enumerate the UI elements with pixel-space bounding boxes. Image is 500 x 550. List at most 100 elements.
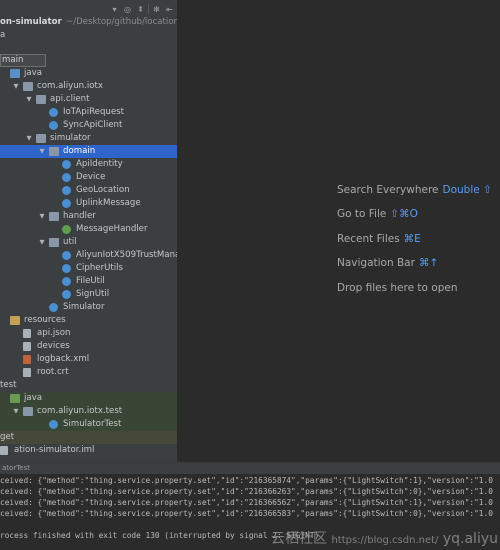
file-icon (23, 329, 31, 338)
class-icon (62, 160, 71, 169)
expand-arrow-icon[interactable]: ▼ (12, 405, 20, 418)
hint-label: Go to File (337, 208, 387, 220)
welcome-hint: Recent Files ⌘E (337, 233, 421, 245)
package-icon (49, 147, 59, 156)
tree-row[interactable]: Device (0, 171, 177, 184)
project-tool-window: ▾ ◎ ⇞ ✻ ⇤ on-simulator ~/Desktop/github/… (0, 0, 178, 462)
expand-arrow-icon[interactable]: ▼ (25, 93, 33, 106)
project-root-row[interactable]: on-simulator ~/Desktop/github/location- (0, 16, 177, 29)
tree-label: api.json (37, 328, 71, 338)
tree-row[interactable]: GeoLocation (0, 184, 177, 197)
project-name: on-simulator (0, 17, 62, 27)
tree-row[interactable]: SignUtil (0, 288, 177, 301)
class-icon (62, 251, 71, 260)
tree-row[interactable]: devices (0, 340, 177, 353)
tree-row[interactable]: SyncApiClient (0, 119, 177, 132)
tree-label: GeoLocation (76, 185, 130, 195)
tree-row[interactable]: ▼ handler (0, 210, 177, 223)
package-icon (36, 134, 46, 143)
tree-row[interactable]: java (0, 392, 177, 405)
class-icon (62, 199, 71, 208)
hide-panel-icon[interactable]: ⇤ (164, 4, 175, 15)
hint-label: Drop files here to open (337, 282, 458, 294)
scope-icon[interactable]: ◎ (122, 4, 133, 15)
welcome-hint: Search Everywhere Double ⇧ (337, 184, 492, 196)
class-icon (62, 264, 71, 273)
tree-row[interactable]: CipherUtils (0, 262, 177, 275)
run-tab[interactable]: atorTest (0, 463, 500, 474)
hint-shortcut: ⇧⌘O (390, 208, 418, 220)
xml-file-icon (23, 355, 31, 364)
tree-row[interactable]: ▼ com.aliyun.iotx.test (0, 405, 177, 418)
tree-label: SyncApiClient (63, 120, 123, 130)
tree-label: java (24, 393, 43, 403)
tree-label: util (63, 237, 77, 247)
project-toolbar: ▾ ◎ ⇞ ✻ ⇤ (109, 3, 175, 15)
tree-row[interactable]: ▼ com.aliyun.iotx (0, 80, 177, 93)
expand-arrow-icon[interactable]: ▼ (12, 80, 20, 93)
expand-arrow-icon[interactable]: ▼ (25, 132, 33, 145)
run-tool-window: atorTest ceived: {"method":"thing.servic… (0, 462, 500, 550)
class-icon (62, 290, 71, 299)
welcome-hint: Go to File ⇧⌘O (337, 208, 418, 220)
class-icon (62, 186, 71, 195)
tree-label: main (2, 55, 24, 65)
tree-row[interactable]: SimulatorTest (0, 418, 177, 431)
welcome-hint: Navigation Bar ⌘↑ (337, 257, 438, 269)
watermark-cn: 云栖社区 (270, 531, 327, 547)
tree-label: java (24, 68, 43, 78)
tree-label: FileUtil (76, 276, 105, 286)
tree-row[interactable]: ▼ simulator (0, 132, 177, 145)
tree-row[interactable]: ation-simulator.iml (0, 444, 177, 457)
folder-icon (10, 316, 20, 325)
class-icon (49, 108, 58, 117)
tree-label: logback.xml (37, 354, 90, 364)
hint-shortcut: Double ⇧ (442, 184, 492, 196)
hint-label: Recent Files (337, 233, 400, 245)
tree-row[interactable]: ApiIdentity (0, 158, 177, 171)
console-line: ceived: {"method":"thing.service.propert… (0, 498, 493, 507)
tree-row[interactable]: MessageHandler (0, 223, 177, 236)
tree-label: test (0, 380, 17, 390)
tree-row-a[interactable]: a (0, 29, 177, 42)
class-icon (62, 225, 71, 234)
class-icon (49, 303, 58, 312)
tree-row[interactable]: api.json (0, 327, 177, 340)
tree-label: root.crt (37, 367, 69, 377)
tree-label: com.aliyun.iotx.test (37, 406, 123, 416)
collapse-icon[interactable]: ⇞ (135, 4, 146, 15)
tree-label: ation-simulator.iml (14, 445, 95, 455)
package-icon (49, 212, 59, 221)
tree-label: ApiIdentity (76, 159, 123, 169)
tree-row[interactable]: FileUtil (0, 275, 177, 288)
folder-icon (10, 394, 20, 403)
gear-icon[interactable]: ✻ (151, 4, 162, 15)
tree-row[interactable]: logback.xml (0, 353, 177, 366)
tree-label: com.aliyun.iotx (37, 81, 103, 91)
tree-row[interactable]: ▼ api.client (0, 93, 177, 106)
expand-arrow-icon[interactable]: ▼ (38, 145, 46, 158)
tree-row[interactable]: test (0, 379, 177, 392)
tree-row[interactable]: java (0, 67, 177, 80)
dropdown-icon[interactable]: ▾ (109, 4, 120, 15)
console-line: ceived: {"method":"thing.service.propert… (0, 509, 493, 518)
tree-row[interactable]: ▼ util (0, 236, 177, 249)
tree-label: UplinkMessage (76, 198, 141, 208)
package-icon (23, 407, 33, 416)
tree-row[interactable]: AliyunIotX509TrustManag (0, 249, 177, 262)
tree-row[interactable]: Simulator (0, 301, 177, 314)
tree-row[interactable]: IoTApiRequest (0, 106, 177, 119)
class-icon (62, 173, 71, 182)
package-icon (23, 82, 33, 91)
file-icon (0, 446, 8, 455)
tree-row[interactable]: UplinkMessage (0, 197, 177, 210)
tree-row[interactable]: get (0, 431, 177, 444)
tree-row[interactable]: root.crt (0, 366, 177, 379)
hint-label: Navigation Bar (337, 257, 415, 269)
file-icon (23, 368, 31, 377)
tree-row[interactable]: ▼ domain (0, 145, 177, 158)
tree-row-main[interactable]: main (0, 54, 46, 67)
expand-arrow-icon[interactable]: ▼ (38, 210, 46, 223)
tree-row[interactable]: resources (0, 314, 177, 327)
expand-arrow-icon[interactable]: ▼ (38, 236, 46, 249)
